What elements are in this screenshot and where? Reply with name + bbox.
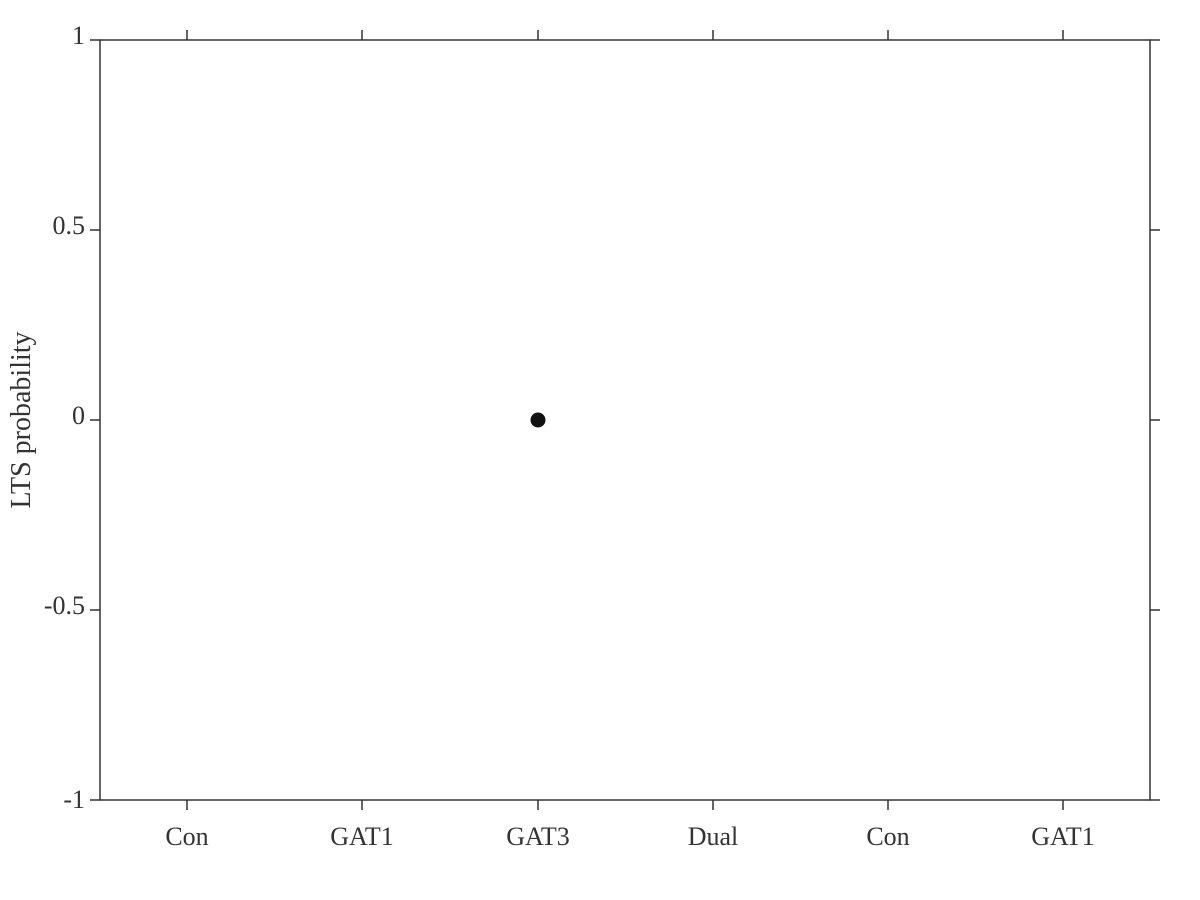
y-label-n05: -0.5	[44, 591, 85, 620]
x-label-gat3: GAT3	[506, 822, 570, 851]
y-label-05: 0.5	[53, 211, 86, 240]
y-label-n1: -1	[63, 785, 85, 814]
data-point-gat3	[531, 413, 545, 427]
x-label-gat1a: GAT1	[330, 822, 394, 851]
x-label-gat1b: GAT1	[1031, 822, 1095, 851]
y-axis-title: LTS probability	[6, 331, 37, 508]
x-label-con1: Con	[165, 822, 208, 851]
y-label-0: 0	[72, 401, 85, 430]
y-label-1: 1	[72, 21, 85, 50]
scatter-plot: 1 0.5 0 -0.5 -1 LTS probability Con GAT1…	[0, 0, 1200, 900]
plot-area	[100, 40, 1150, 800]
x-label-con2: Con	[866, 822, 909, 851]
x-label-dual: Dual	[688, 822, 739, 851]
chart-container: 1 0.5 0 -0.5 -1 LTS probability Con GAT1…	[0, 0, 1200, 900]
